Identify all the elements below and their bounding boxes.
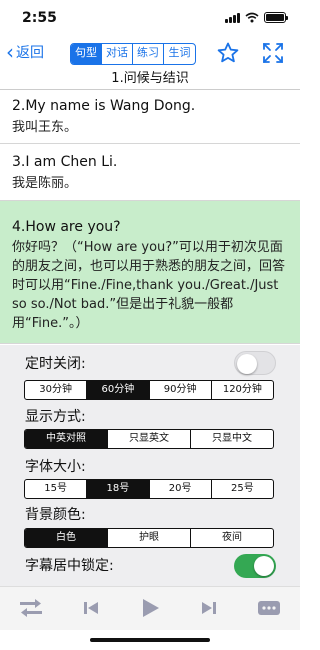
- wifi-icon: [245, 12, 259, 23]
- status-bar: 2:55: [0, 0, 300, 36]
- star-icon[interactable]: [216, 41, 240, 65]
- expand-icon[interactable]: [262, 42, 284, 64]
- play-icon[interactable]: [137, 595, 163, 621]
- sentence-english: 4.How are you?: [12, 219, 121, 235]
- display-mode-label: 显示方式:: [25, 409, 86, 425]
- sentence-english: 3.I am Chen Li.: [12, 154, 118, 170]
- timer-options: 30分钟 60分钟 90分钟 120分钟: [24, 380, 274, 400]
- timer-option-90[interactable]: 90分钟: [150, 381, 212, 399]
- tab-sentences[interactable]: 句型: [71, 44, 102, 64]
- chevron-left-icon: ‹: [6, 40, 14, 64]
- display-mode-options: 中英对照 只显英文 只显中文: [24, 429, 274, 449]
- timer-option-30[interactable]: 30分钟: [25, 381, 88, 399]
- sentence-item[interactable]: 2.My name is Wang Dong. 我叫王东。: [0, 91, 300, 144]
- background-option-eye-care[interactable]: 护眼: [108, 529, 191, 547]
- more-icon[interactable]: [256, 597, 282, 619]
- display-option-chinese[interactable]: 只显中文: [191, 430, 273, 448]
- home-indicator: [90, 638, 210, 642]
- font-option-25[interactable]: 25号: [212, 480, 273, 498]
- font-option-18[interactable]: 18号: [87, 480, 150, 498]
- skip-forward-icon[interactable]: [196, 597, 222, 619]
- font-size-label: 字体大小:: [25, 459, 86, 475]
- timer-label: 定时关闭:: [25, 356, 86, 372]
- skip-back-icon[interactable]: [78, 597, 104, 619]
- sentence-chinese: 你好吗？（“How are you?”可以用于初次见面的朋友之间，也可以用于熟悉…: [12, 240, 286, 331]
- background-option-night[interactable]: 夜间: [191, 529, 273, 547]
- status-time: 2:55: [22, 10, 57, 26]
- sentence-chinese: 我是陈丽。: [12, 176, 78, 191]
- background-color-options: 白色 护眼 夜间: [24, 528, 274, 548]
- player-bar: [0, 586, 300, 630]
- sentence-chinese: 我叫王东。: [12, 120, 78, 135]
- center-lock-label: 字幕居中锁定:: [25, 558, 114, 574]
- nav-bar: ‹ 返回 句型 对话 练习 生词: [0, 36, 300, 70]
- display-option-english[interactable]: 只显英文: [108, 430, 191, 448]
- sentence-item[interactable]: 3.I am Chen Li. 我是陈丽。: [0, 144, 300, 201]
- timer-toggle[interactable]: [234, 351, 276, 375]
- lesson-tabs: 句型 对话 练习 生词: [70, 43, 196, 65]
- back-label: 返回: [16, 45, 44, 61]
- timer-option-60[interactable]: 60分钟: [87, 381, 150, 399]
- tab-vocabulary[interactable]: 生词: [164, 44, 195, 64]
- battery-icon: [264, 12, 288, 23]
- center-lock-toggle[interactable]: [234, 554, 276, 578]
- background-color-label: 背景颜色:: [25, 507, 86, 523]
- status-icons: [225, 12, 288, 23]
- background-option-white[interactable]: 白色: [25, 529, 108, 547]
- display-option-bilingual[interactable]: 中英对照: [25, 430, 108, 448]
- back-button[interactable]: ‹ 返回: [6, 42, 44, 62]
- tab-dialogue[interactable]: 对话: [102, 44, 133, 64]
- tab-exercises[interactable]: 练习: [133, 44, 164, 64]
- font-size-options: 15号 18号 20号 25号: [24, 479, 274, 499]
- font-option-20[interactable]: 20号: [150, 480, 212, 498]
- settings-panel: 定时关闭: 30分钟 60分钟 90分钟 120分钟 显示方式: 中英对照 只显…: [0, 345, 300, 586]
- section-title: 1.问候与结识: [0, 70, 300, 90]
- sentence-english: 2.My name is Wang Dong.: [12, 98, 196, 114]
- font-option-15[interactable]: 15号: [25, 480, 88, 498]
- sentence-item-active[interactable]: 4.How are you? 你好吗？（“How are you?”可以用于初次…: [0, 201, 300, 344]
- shuffle-icon[interactable]: [18, 597, 44, 619]
- signal-icon: [225, 12, 240, 23]
- timer-option-120[interactable]: 120分钟: [212, 381, 273, 399]
